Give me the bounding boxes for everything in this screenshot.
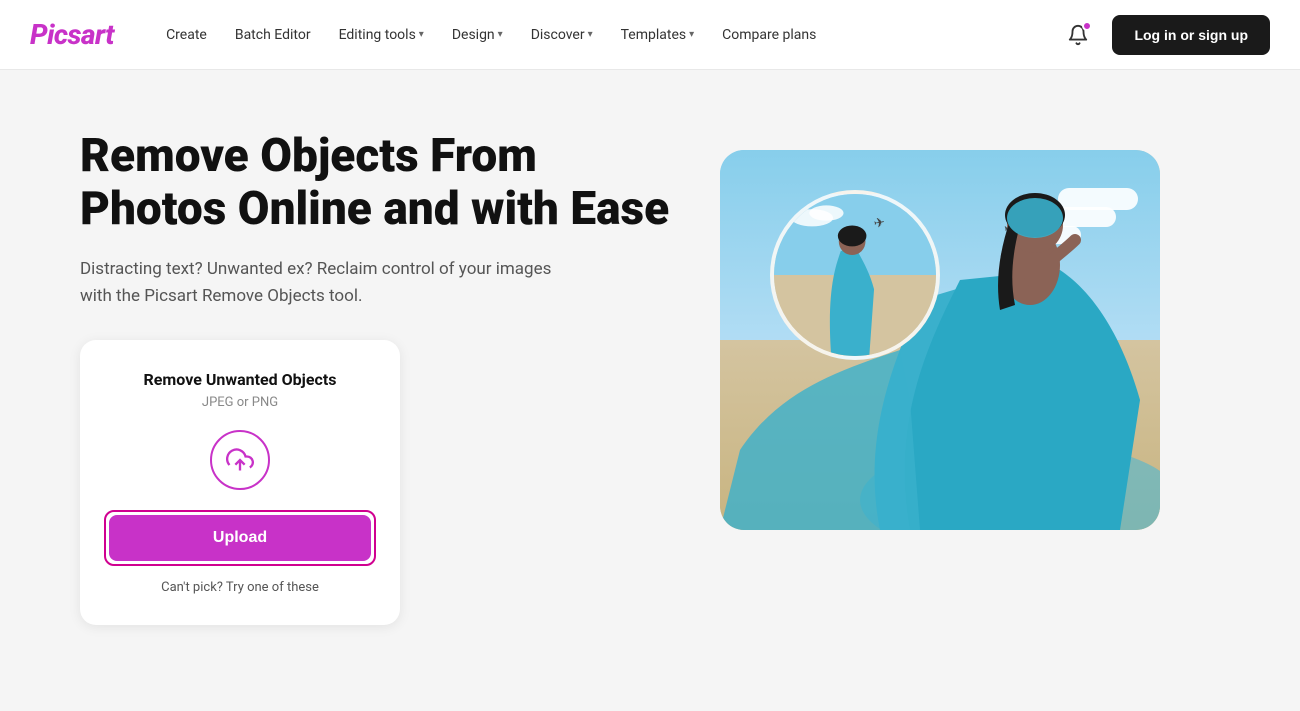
nav-discover[interactable]: Discover ▾: [519, 19, 605, 51]
hero-title: Remove Objects From Photos Online and wi…: [80, 130, 680, 236]
circle-content-svg: ✈: [774, 190, 936, 360]
notification-bell[interactable]: [1060, 17, 1096, 53]
templates-chevron: ▾: [689, 29, 694, 40]
upload-card-subtitle: JPEG or PNG: [104, 395, 376, 410]
discover-chevron: ▾: [588, 29, 593, 40]
upload-card-title: Remove Unwanted Objects: [104, 370, 376, 389]
editing-tools-chevron: ▾: [419, 29, 424, 40]
logo[interactable]: Picsart: [30, 18, 114, 51]
left-section: Remove Objects From Photos Online and wi…: [80, 130, 680, 625]
login-button[interactable]: Log in or sign up: [1112, 15, 1270, 55]
cant-pick-text: Can't pick? Try one of these: [104, 580, 376, 595]
nav-editing-tools[interactable]: Editing tools ▾: [327, 19, 436, 51]
circle-cutout: ✈: [770, 190, 940, 360]
nav-compare-plans[interactable]: Compare plans: [710, 19, 828, 51]
nav-design[interactable]: Design ▾: [440, 19, 515, 51]
main-nav: Create Batch Editor Editing tools ▾ Desi…: [154, 19, 1060, 51]
right-section: ✈: [720, 150, 1160, 530]
header-right: Log in or sign up: [1060, 15, 1270, 55]
header: Picsart Create Batch Editor Editing tool…: [0, 0, 1300, 70]
nav-batch-editor[interactable]: Batch Editor: [223, 19, 323, 51]
hero-subtitle: Distracting text? Unwanted ex? Reclaim c…: [80, 256, 580, 310]
upload-icon-circle: [210, 430, 270, 490]
upload-button-wrapper: Upload: [104, 510, 376, 566]
nav-templates[interactable]: Templates ▾: [609, 19, 707, 51]
upload-card: Remove Unwanted Objects JPEG or PNG Uplo…: [80, 340, 400, 625]
upload-button[interactable]: Upload: [109, 515, 371, 561]
hero-image: ✈: [720, 150, 1160, 530]
design-chevron: ▾: [498, 29, 503, 40]
notification-badge: [1082, 21, 1092, 31]
upload-icon: [226, 446, 254, 474]
main-content: Remove Objects From Photos Online and wi…: [0, 70, 1300, 665]
nav-create[interactable]: Create: [154, 19, 219, 51]
circle-inner: ✈: [774, 194, 936, 356]
